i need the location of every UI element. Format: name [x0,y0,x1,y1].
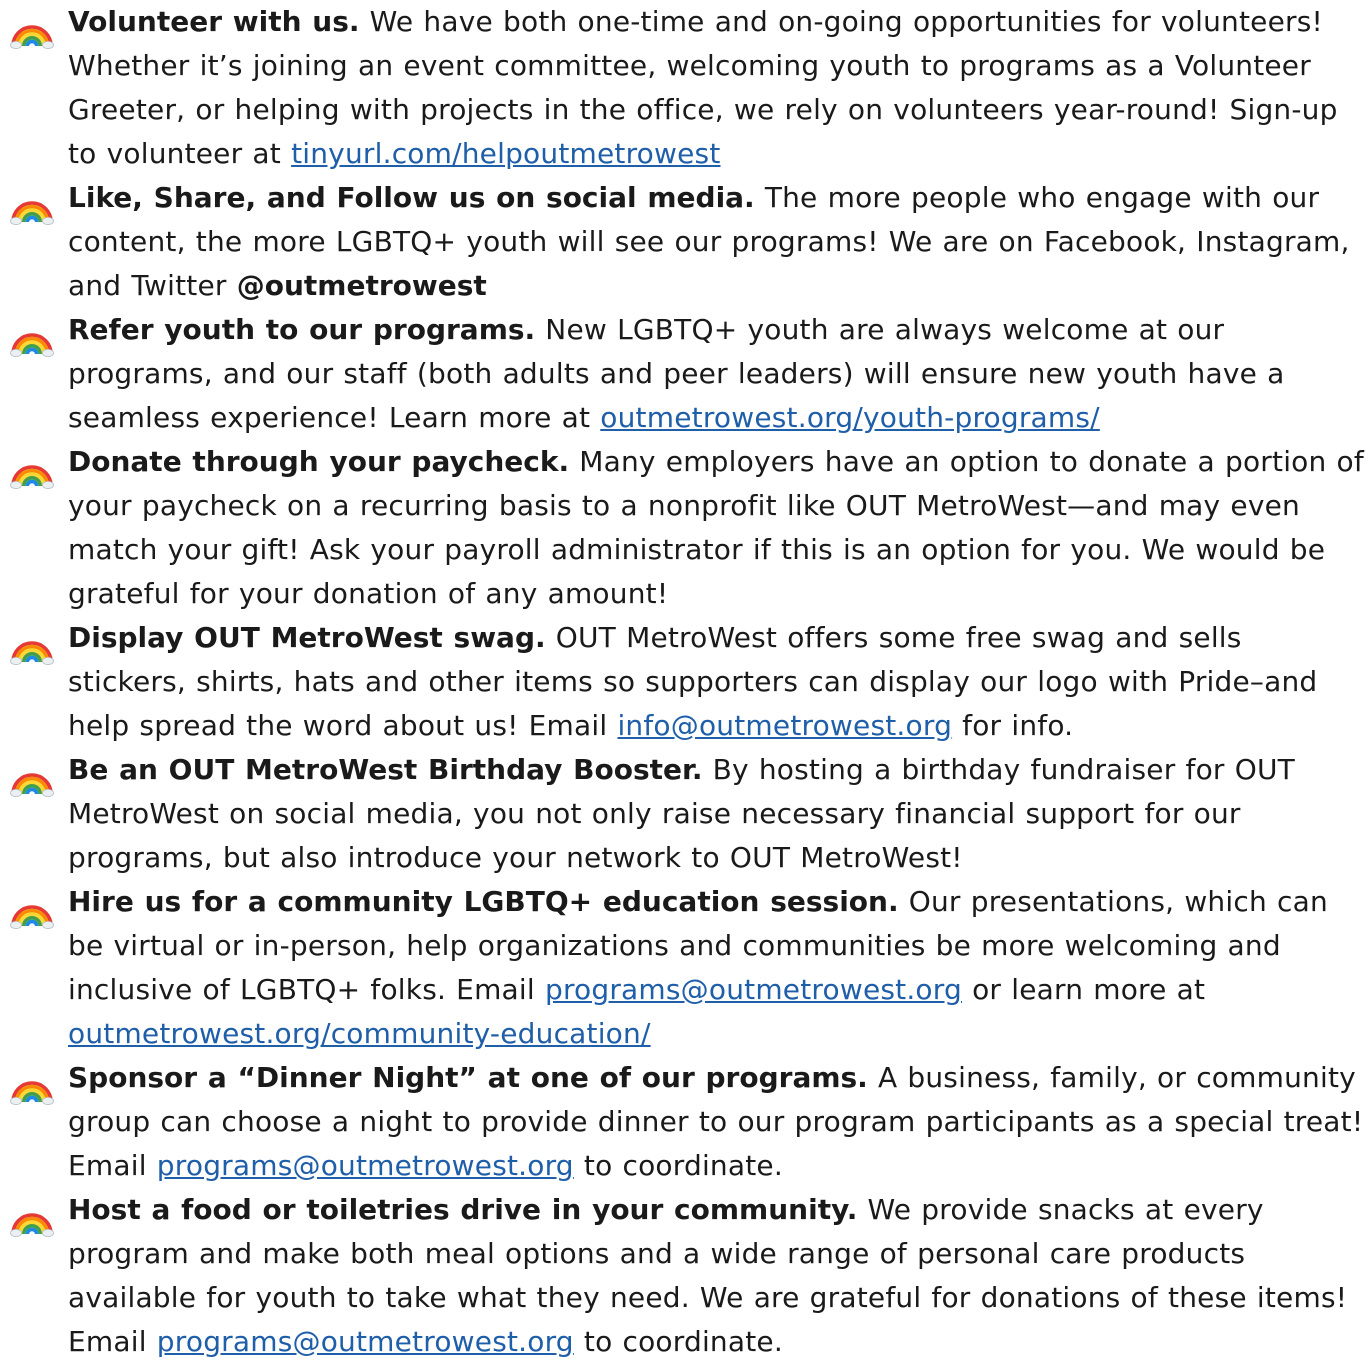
item-heading: Display OUT MetroWest swag. [68,621,546,654]
youth-programs-link[interactable]: outmetrowest.org/youth-programs/ [600,401,1100,434]
list-item-birthday-booster: Be an OUT MetroWest Birthday Booster. By… [0,748,1367,880]
item-tail: to coordinate. [573,1149,783,1182]
item-heading: Hire us for a community LGBTQ+ education… [68,885,899,918]
item-heading: Host a food or toiletries drive in your … [68,1193,858,1226]
info-email-link[interactable]: info@outmetrowest.org [617,709,952,742]
item-heading: Donate through your paycheck. [68,445,570,478]
rainbow-emoji-icon [10,890,54,930]
programs-email-link[interactable]: programs@outmetrowest.org [157,1149,574,1182]
programs-email-link[interactable]: programs@outmetrowest.org [157,1325,574,1358]
list-item-food-drive: Host a food or toiletries drive in your … [0,1188,1367,1364]
item-tail: to coordinate. [573,1325,783,1358]
community-education-link[interactable]: outmetrowest.org/community-education/ [68,1017,651,1050]
item-heading: Sponsor a “Dinner Night” at one of our p… [68,1061,868,1094]
item-heading: Volunteer with us. [68,5,360,38]
list-item-dinner-night: Sponsor a “Dinner Night” at one of our p… [0,1056,1367,1188]
rainbow-emoji-icon [10,1198,54,1238]
rainbow-emoji-icon [10,10,54,50]
item-tail: for info. [952,709,1074,742]
volunteer-signup-link[interactable]: tinyurl.com/helpoutmetrowest [291,137,720,170]
rainbow-emoji-icon [10,318,54,358]
social-handle: @outmetrowest [236,269,487,302]
list-item-swag: Display OUT MetroWest swag. OUT MetroWes… [0,616,1367,748]
item-heading: Be an OUT MetroWest Birthday Booster. [68,753,703,786]
rainbow-emoji-icon [10,758,54,798]
list-item-social-media: Like, Share, and Follow us on social med… [0,176,1367,308]
rainbow-emoji-icon [10,1066,54,1106]
rainbow-emoji-icon [10,450,54,490]
rainbow-emoji-icon [10,626,54,666]
item-middle: or learn more at [961,973,1206,1006]
programs-email-link[interactable]: programs@outmetrowest.org [545,973,962,1006]
list-item-education-session: Hire us for a community LGBTQ+ education… [0,880,1367,1056]
list-item-volunteer: Volunteer with us. We have both one-time… [0,0,1367,176]
list-item-refer-youth: Refer youth to our programs. New LGBTQ+ … [0,308,1367,440]
list-item-paycheck: Donate through your paycheck. Many emplo… [0,440,1367,616]
ways-to-help-list: Volunteer with us. We have both one-time… [0,0,1367,1364]
item-heading: Refer youth to our programs. [68,313,536,346]
rainbow-emoji-icon [10,186,54,226]
item-heading: Like, Share, and Follow us on social med… [68,181,755,214]
